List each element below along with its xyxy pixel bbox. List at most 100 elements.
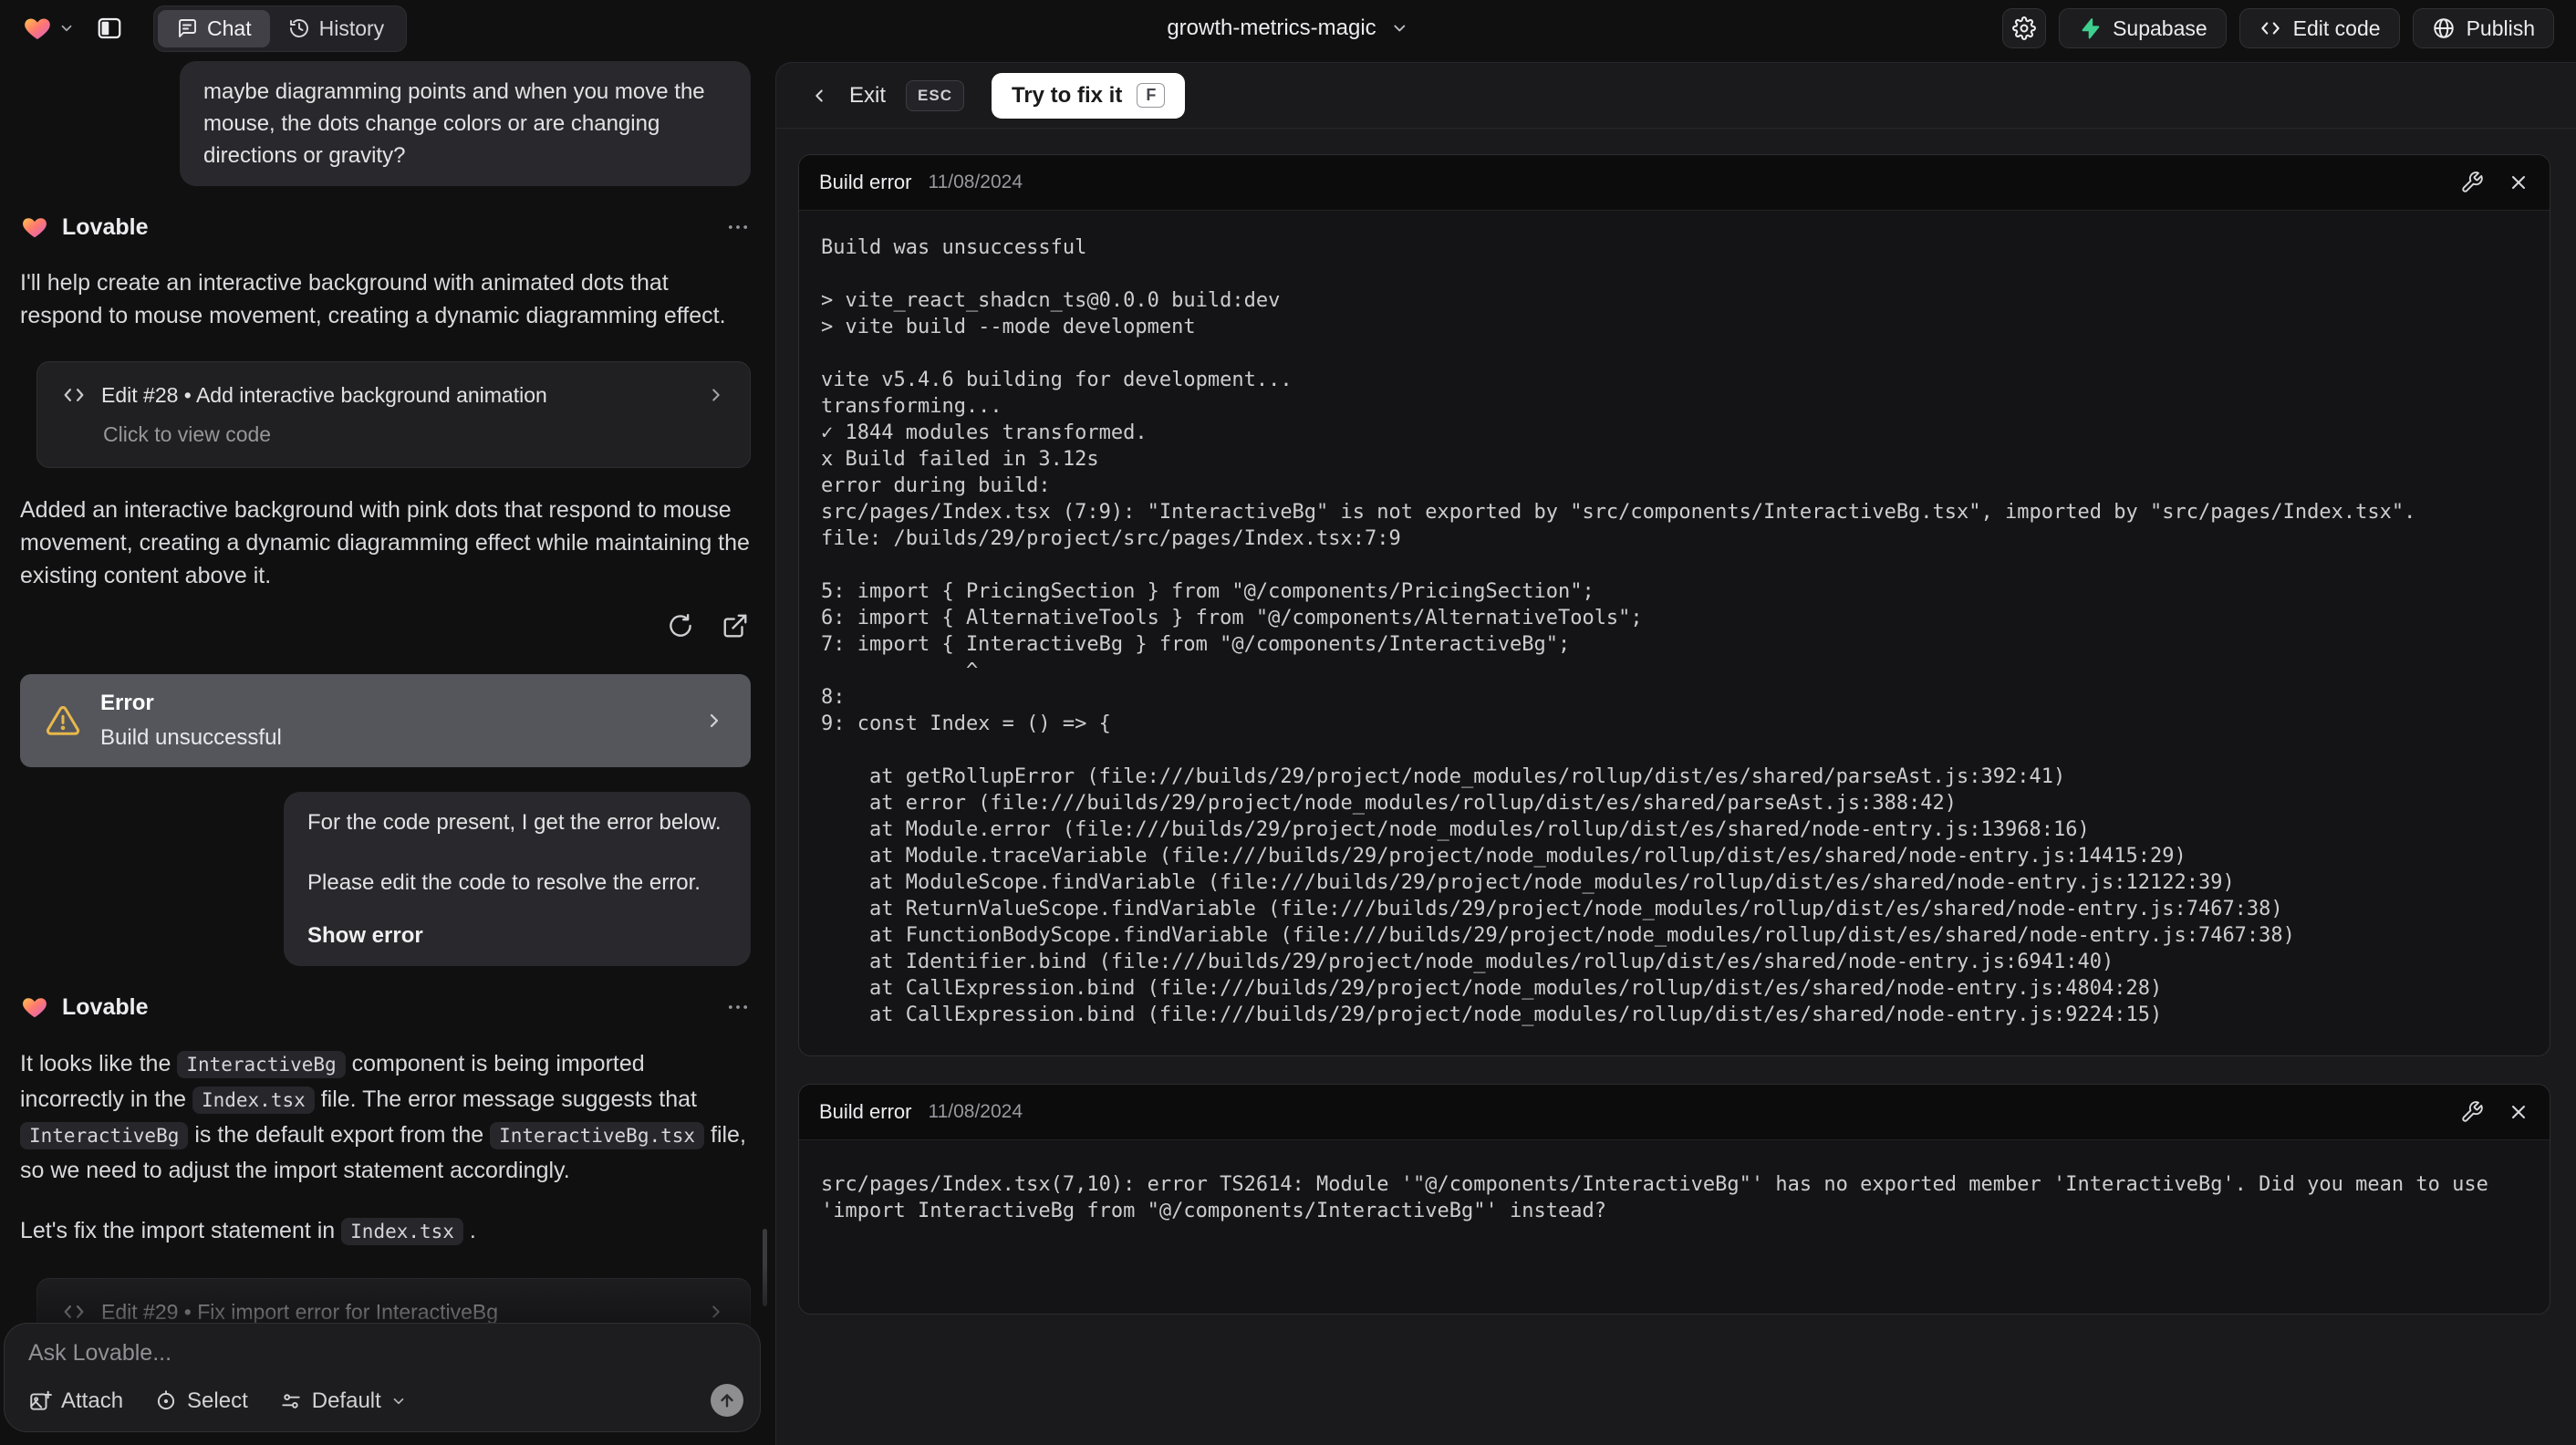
- lovable-heart-icon: [20, 213, 49, 241]
- build-error-card-1: Build error 11/08/2024 Build was unsucce…: [798, 154, 2550, 1056]
- sliders-icon: [279, 1389, 303, 1413]
- publish-button-label: Publish: [2466, 16, 2535, 40]
- arrow-up-icon: [717, 1390, 737, 1410]
- try-to-fix-label: Try to fix it: [1011, 82, 1123, 108]
- retry-icon[interactable]: [665, 610, 696, 641]
- history-clock-icon: [288, 17, 310, 39]
- sidebar-toggle-button[interactable]: [88, 8, 131, 48]
- exit-button[interactable]: Exit ESC: [809, 79, 964, 111]
- build-error-title: Build error: [819, 171, 912, 193]
- assistant-paragraph: It looks like the InteractiveBg componen…: [20, 1051, 746, 1183]
- assistant-name: Lovable: [62, 993, 149, 1020]
- tab-history[interactable]: History: [270, 10, 403, 47]
- assistant-header: Lovable: [20, 993, 751, 1021]
- esc-key-badge: ESC: [906, 79, 964, 111]
- close-icon[interactable]: [2508, 1101, 2529, 1123]
- ask-lovable-input[interactable]: [28, 1340, 576, 1377]
- send-button[interactable]: [711, 1384, 743, 1417]
- code-brackets-icon: [61, 1299, 87, 1325]
- warning-triangle-icon: [46, 703, 80, 738]
- edit-code-button[interactable]: Edit code: [2238, 8, 2400, 48]
- lovable-logo-menu[interactable]: [22, 14, 75, 43]
- inline-code: Index.tsx: [192, 1086, 315, 1114]
- inline-code: InteractiveBg: [177, 1051, 346, 1078]
- model-selector[interactable]: Default: [279, 1388, 407, 1414]
- build-error-date: 11/08/2024: [928, 172, 1023, 192]
- code-brackets-icon: [61, 382, 87, 408]
- wrench-icon[interactable]: [2460, 171, 2484, 194]
- chat-history-tab-group: Chat History: [153, 5, 408, 52]
- settings-button[interactable]: [2002, 8, 2047, 48]
- f-key-badge: F: [1137, 83, 1166, 108]
- more-menu-icon[interactable]: [725, 994, 751, 1020]
- close-icon[interactable]: [2508, 172, 2529, 193]
- build-error-card-2: Build error 11/08/2024 src/pages/Index.t…: [798, 1084, 2550, 1315]
- build-error-log: Build was unsuccessful > vite_react_shad…: [821, 236, 2416, 1026]
- assistant-header: Lovable: [20, 213, 751, 241]
- chevron-down-icon: [1391, 19, 1409, 37]
- exit-button-label: Exit: [849, 82, 887, 108]
- chevron-left-icon: [809, 86, 829, 106]
- edit-28-subtitle: Click to view code: [103, 422, 272, 446]
- chat-panel: maybe diagramming points and when you mo…: [0, 57, 771, 1445]
- fix-panel-header: Exit ESC Try to fix it F: [776, 63, 2576, 129]
- error-card-title: Error: [100, 691, 154, 715]
- inline-code: InteractiveBg.tsx: [490, 1122, 705, 1149]
- tab-chat[interactable]: Chat: [158, 9, 270, 47]
- globe-icon: [2432, 16, 2456, 40]
- project-name: growth-metrics-magic: [1167, 16, 1376, 40]
- chevron-down-icon: [58, 20, 75, 36]
- chat-composer: Attach Select Default: [4, 1323, 761, 1432]
- select-button[interactable]: Select: [154, 1388, 248, 1414]
- more-menu-icon[interactable]: [725, 214, 751, 240]
- top-bar: Chat History growth-metrics-magic Supaba…: [0, 0, 2576, 57]
- build-error-status-card[interactable]: Error Build unsuccessful: [20, 674, 751, 767]
- inline-code: InteractiveBg: [20, 1122, 189, 1149]
- open-external-icon[interactable]: [720, 610, 751, 641]
- edit-code-button-label: Edit code: [2292, 16, 2381, 40]
- error-card-subtitle: Build unsuccessful: [100, 725, 282, 750]
- build-error-log: src/pages/Index.tsx(7,10): error TS2614:…: [821, 1173, 2501, 1222]
- chevron-right-icon: [706, 385, 726, 405]
- edit-28-title: Edit #28 • Add interactive background an…: [101, 382, 547, 407]
- chevron-down-icon: [390, 1393, 407, 1409]
- edit-29-title: Edit #29 • Fix import error for Interact…: [101, 1299, 498, 1324]
- build-error-date: 11/08/2024: [928, 1101, 1023, 1122]
- lovable-heart-icon: [20, 993, 49, 1021]
- build-error-list: Build error 11/08/2024 Build was unsucce…: [776, 129, 2576, 1315]
- assistant-paragraph: I'll help create an interactive backgrou…: [20, 270, 726, 328]
- user-message: maybe diagramming points and when you mo…: [180, 61, 751, 186]
- publish-button[interactable]: Publish: [2412, 8, 2554, 48]
- lovable-heart-icon: [22, 14, 53, 43]
- user-message-text: Please edit the code to resolve the erro…: [307, 870, 701, 895]
- message-actions: [20, 610, 751, 641]
- attach-button[interactable]: Attach: [28, 1388, 123, 1414]
- error-fix-panel: Exit ESC Try to fix it F Build error 11/…: [775, 62, 2576, 1445]
- project-switcher[interactable]: growth-metrics-magic: [1167, 16, 1408, 41]
- chat-bubble-icon: [176, 17, 198, 39]
- edit-28-card[interactable]: Edit #28 • Add interactive background an…: [36, 361, 751, 468]
- try-to-fix-button[interactable]: Try to fix it F: [991, 72, 1186, 119]
- build-error-card-header: Build error 11/08/2024: [799, 1085, 2550, 1140]
- attach-image-icon: [28, 1389, 52, 1413]
- tab-chat-label: Chat: [207, 16, 252, 40]
- supabase-button[interactable]: Supabase: [2059, 8, 2227, 48]
- model-selector-label: Default: [311, 1388, 381, 1413]
- assistant-name: Lovable: [62, 213, 149, 240]
- show-error-link[interactable]: Show error: [307, 920, 727, 951]
- chevron-right-icon: [706, 1302, 726, 1322]
- chat-scrollbar[interactable]: [763, 1229, 767, 1306]
- build-error-card-header: Build error 11/08/2024: [799, 155, 2550, 211]
- supabase-button-label: Supabase: [2113, 16, 2207, 40]
- inline-code: Index.tsx: [341, 1218, 463, 1245]
- supabase-bolt-icon: [2078, 16, 2102, 40]
- build-error-title: Build error: [819, 1100, 912, 1123]
- wrench-icon[interactable]: [2460, 1100, 2484, 1124]
- code-brackets-icon: [2259, 16, 2282, 40]
- select-button-label: Select: [187, 1388, 248, 1413]
- user-message: For the code present, I get the error be…: [284, 792, 751, 966]
- attach-button-label: Attach: [61, 1388, 124, 1413]
- chevron-right-icon: [703, 710, 725, 732]
- user-message-text: maybe diagramming points and when you mo…: [203, 79, 705, 168]
- assistant-paragraph: Added an interactive background with pin…: [20, 497, 750, 588]
